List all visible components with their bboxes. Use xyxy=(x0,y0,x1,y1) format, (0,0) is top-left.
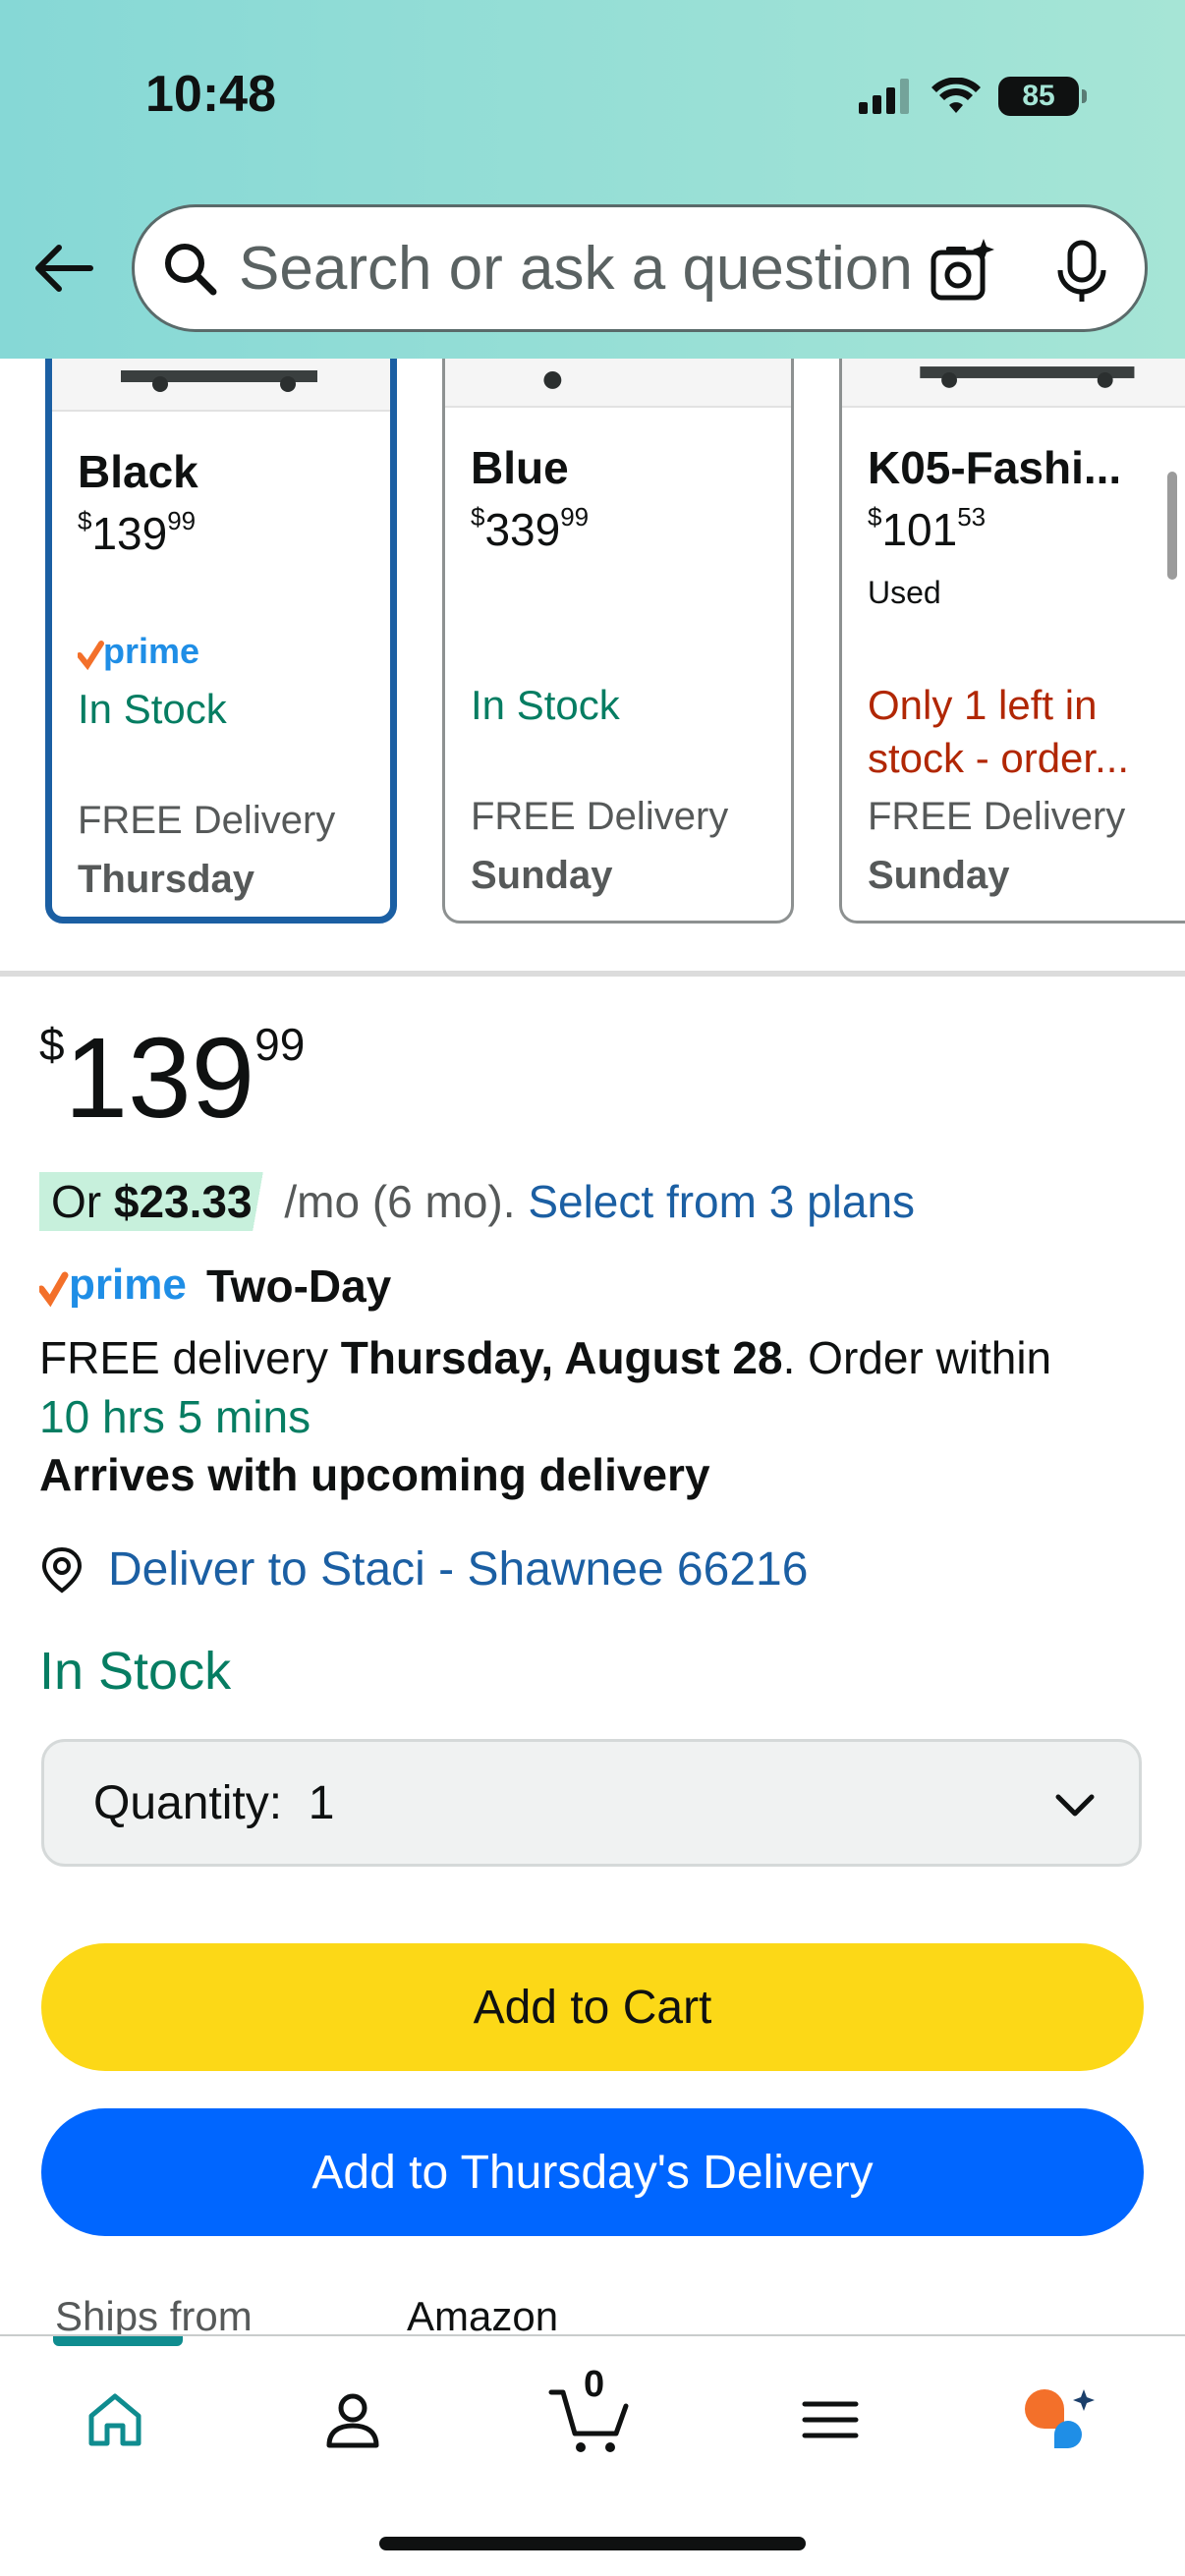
svg-text:prime: prime xyxy=(69,1261,187,1309)
location-pin-icon xyxy=(41,1546,83,1593)
microphone-icon[interactable] xyxy=(1052,239,1111,304)
nav-rufus[interactable] xyxy=(1016,2376,1104,2464)
variant-delivery: FREE Delivery Sunday xyxy=(471,795,729,897)
variant-stock: In Stock xyxy=(78,686,227,732)
battery-indicator: 85 xyxy=(998,77,1087,116)
variant-delivery: FREE Delivery Thursday xyxy=(78,799,336,901)
variant-name: Black xyxy=(78,446,198,497)
installment-offer: Or $23.33 /mo (6 mo). Select from 3 plan… xyxy=(39,1172,915,1231)
delivery-info: FREE delivery Thursday, August 28. Order… xyxy=(39,1332,1052,1442)
variant-card-black[interactable]: Black $13999 prime In Stock FREE Deliver… xyxy=(45,334,397,924)
variant-price: $10153 xyxy=(868,502,987,555)
nav-menu[interactable] xyxy=(786,2376,875,2464)
order-countdown: 10 hrs 5 mins xyxy=(39,1391,311,1442)
cellular-signal-icon xyxy=(859,79,909,114)
ships-from-label: Ships from xyxy=(55,2293,253,2339)
variant-stock: Only 1 left in stock - order... xyxy=(868,682,1130,781)
rufus-assistant-icon xyxy=(1025,2389,1095,2448)
nav-home[interactable] xyxy=(71,2376,159,2464)
variant-price: $33999 xyxy=(471,502,590,555)
quantity-label: Quantity: 1 xyxy=(93,1776,335,1829)
search-input[interactable] xyxy=(239,233,927,304)
chevron-down-icon xyxy=(1055,1794,1095,1817)
prime-two-day: prime Two-Day xyxy=(39,1260,391,1313)
variant-stock: In Stock xyxy=(471,682,620,728)
home-icon xyxy=(88,2393,141,2446)
camera-lens-icon[interactable] xyxy=(929,237,997,306)
variant-card-blue[interactable]: Blue $33999 In Stock FREE Delivery Sunday xyxy=(442,334,794,924)
select-plans-link[interactable]: Select from 3 plans xyxy=(528,1176,915,1227)
variant-card-k05[interactable]: K05-Fashi... $10153 Used Only 1 left in … xyxy=(839,334,1185,924)
add-to-delivery-button[interactable]: Add to Thursday's Delivery xyxy=(41,2108,1144,2236)
nav-account[interactable] xyxy=(309,2376,397,2464)
person-icon xyxy=(326,2393,379,2448)
status-time: 10:48 xyxy=(145,66,276,123)
prime-logo-icon: prime xyxy=(78,632,199,671)
search-bar[interactable] xyxy=(132,204,1148,332)
hamburger-menu-icon xyxy=(802,2401,859,2438)
svg-text:prime: prime xyxy=(103,632,199,671)
arrives-note: Arrives with upcoming delivery xyxy=(39,1449,710,1500)
ships-from-value: Amazon xyxy=(407,2293,559,2339)
prime-speed: Two-Day xyxy=(206,1260,392,1312)
variant-carousel[interactable]: Black $13999 prime In Stock FREE Deliver… xyxy=(0,334,1185,924)
status-icons: 85 xyxy=(859,73,1087,120)
installment-amount: Or $23.33 xyxy=(39,1172,272,1231)
back-arrow-icon[interactable] xyxy=(29,234,98,303)
cart-count-badge: 0 xyxy=(584,2364,605,2405)
quantity-selector[interactable]: Quantity: 1 xyxy=(41,1739,1142,1867)
variant-condition: Used xyxy=(868,575,941,610)
variant-price: $13999 xyxy=(78,506,197,559)
header: 10:48 85 xyxy=(0,0,1185,359)
variant-name: K05-Fashi... xyxy=(868,442,1122,493)
prime-logo-icon: prime xyxy=(39,1261,187,1309)
product-price: $13999 xyxy=(39,1014,306,1142)
variant-name: Blue xyxy=(471,442,569,493)
add-to-cart-button[interactable]: Add to Cart xyxy=(41,1943,1144,2071)
home-indicator xyxy=(379,2537,806,2550)
search-icon xyxy=(165,244,217,296)
availability-status: In Stock xyxy=(39,1642,232,1701)
section-divider xyxy=(0,971,1185,977)
wifi-icon xyxy=(931,78,981,113)
deliver-to-link[interactable]: Deliver to Staci - Shawnee 66216 xyxy=(39,1542,808,1596)
scroll-indicator xyxy=(1167,472,1177,580)
variant-delivery: FREE Delivery Sunday xyxy=(868,795,1126,897)
active-tab-indicator xyxy=(53,2336,183,2346)
